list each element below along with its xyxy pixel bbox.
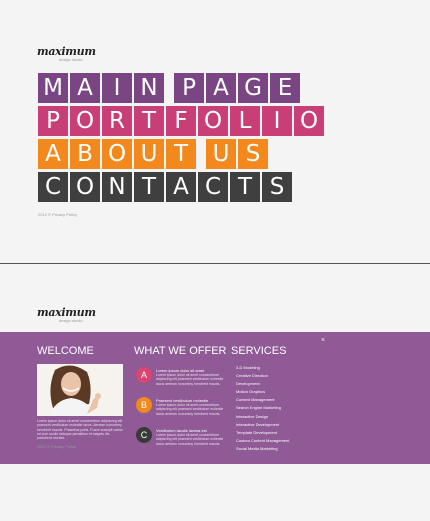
letter-tile: C (38, 172, 68, 202)
letter-tile: T (166, 139, 196, 169)
services-list: 3-D Modeling Creative Direction Developm… (236, 364, 289, 453)
offer-item-text: Lorem ipsum dolor sit amet consectetuer … (156, 433, 224, 446)
letter-tile: S (238, 139, 268, 169)
badge-c: C (136, 427, 152, 443)
letter-tile: O (70, 106, 100, 136)
letter-tile: A (38, 139, 68, 169)
letter-tile: C (198, 172, 228, 202)
letter-tile: B (70, 139, 100, 169)
letter-tile: P (174, 73, 204, 103)
letter-tile: T (230, 172, 260, 202)
welcome-title: WELCOME (37, 345, 94, 357)
letter-tile: R (102, 106, 132, 136)
letter-tile: U (206, 139, 236, 169)
letter-tile: O (294, 106, 324, 136)
tile-space (198, 139, 204, 169)
service-link[interactable]: Interactive Development (236, 421, 289, 429)
logo-name: maximum (37, 306, 96, 319)
letter-tile: M (38, 73, 68, 103)
letter-tile: T (134, 106, 164, 136)
letter-tile: T (134, 172, 164, 202)
badge-a: A (136, 367, 152, 383)
nav-about-us[interactable]: ABOUTUS (38, 139, 268, 169)
service-link[interactable]: Creative Direction (236, 372, 289, 380)
letter-tile: F (166, 106, 196, 136)
welcome-photo (37, 364, 123, 416)
offer-item-text: Lorem ipsum dolor sit amet consectetuer … (156, 373, 224, 386)
service-link[interactable]: Social Media Marketing (236, 445, 289, 453)
offer-title: WHAT WE OFFER (134, 345, 227, 357)
letter-tile: S (262, 172, 292, 202)
letter-tile: A (206, 73, 236, 103)
service-link[interactable]: Template Development (236, 429, 289, 437)
letter-tile: U (134, 139, 164, 169)
letter-tile: L (230, 106, 260, 136)
service-link[interactable]: Custom Content Management (236, 437, 289, 445)
service-link[interactable]: Development (236, 380, 289, 388)
logo-name: maximum (37, 45, 96, 58)
copyright[interactable]: 2012 © Privacy Policy (37, 444, 76, 449)
logo[interactable]: maximum design studio (37, 46, 96, 62)
badge-b: B (136, 397, 152, 413)
welcome-text: Lorem ipsum dolor sit amet consectetuer … (37, 419, 123, 441)
nav-contacts[interactable]: CONTACTS (38, 172, 292, 202)
services-title: SERVICES (231, 345, 287, 357)
nav-portfolio[interactable]: PORTFOLIO (38, 106, 324, 136)
letter-tile: E (270, 73, 300, 103)
service-link[interactable]: Content Management (236, 396, 289, 404)
offer-item-text: Lorem ipsum dolor sit amet consectetuer … (156, 403, 224, 416)
nav-main-page[interactable]: MAINPAGE (38, 73, 300, 103)
letter-tile: N (102, 172, 132, 202)
service-link[interactable]: 3-D Modeling (236, 364, 289, 372)
letter-tile: I (262, 106, 292, 136)
letter-tile: O (198, 106, 228, 136)
letter-tile: N (134, 73, 164, 103)
service-link[interactable]: Motion Graphics (236, 388, 289, 396)
person-photo-icon (37, 364, 123, 416)
letter-tile: I (102, 73, 132, 103)
letter-tile: A (166, 172, 196, 202)
letter-tile: O (102, 139, 132, 169)
logo[interactable]: maximum design studio (37, 307, 96, 323)
letter-tile: G (238, 73, 268, 103)
close-icon[interactable]: × (321, 337, 325, 344)
letter-tile: P (38, 106, 68, 136)
copyright[interactable]: 2012 © Privacy Policy (38, 212, 77, 217)
letter-tile: O (70, 172, 100, 202)
tile-space (166, 73, 172, 103)
section-divider (0, 263, 430, 264)
service-link[interactable]: Search Engine Marketing (236, 404, 289, 412)
letter-tile: A (70, 73, 100, 103)
service-link[interactable]: Interactive Design (236, 413, 289, 421)
